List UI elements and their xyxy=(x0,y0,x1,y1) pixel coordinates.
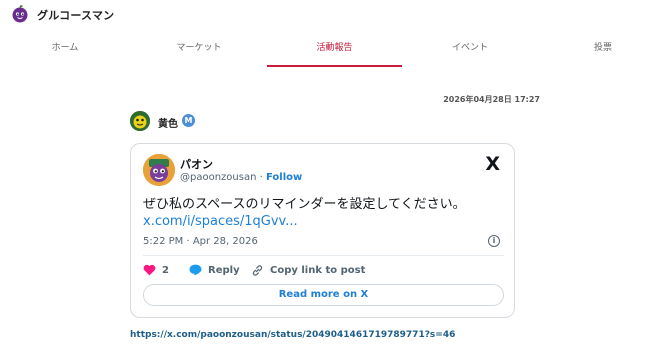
tweet-space-link[interactable]: x.com/i/spaces/1qGvv... xyxy=(143,214,298,229)
top-bar: グルコースマン xyxy=(0,0,670,30)
like-button[interactable]: 2 xyxy=(143,262,169,280)
active-tab-indicator xyxy=(267,65,402,67)
info-icon[interactable]: i xyxy=(488,235,500,247)
copy-link-button[interactable]: Copy link to post xyxy=(251,262,365,280)
reply-bubble-icon xyxy=(189,264,202,276)
x-logo-icon[interactable]: X xyxy=(485,153,500,175)
app-name: グルコースマン xyxy=(37,9,115,22)
like-count: 2 xyxy=(162,265,169,276)
app-logo-icon[interactable] xyxy=(11,5,29,23)
member-badge-icon: M xyxy=(182,114,195,127)
tweet-divider xyxy=(143,255,504,256)
tab-event[interactable]: イベント xyxy=(405,38,535,68)
tweet-actions: 2 Reply Copy link to post xyxy=(143,262,504,280)
frog-avatar-icon xyxy=(130,111,150,131)
character-avatar-icon xyxy=(143,154,175,186)
tab-home[interactable]: ホーム xyxy=(0,38,130,68)
author-avatar[interactable] xyxy=(130,111,150,131)
tab-market[interactable]: マーケット xyxy=(134,38,264,68)
post-source-link[interactable]: https://x.com/paoonzousan/status/2049041… xyxy=(130,330,455,340)
read-more-button[interactable]: Read more on X xyxy=(143,284,504,306)
handle-separator: · xyxy=(259,172,263,183)
tweet-datetime[interactable]: 5:22 PM · Apr 28, 2026 xyxy=(143,236,258,247)
tweet-handle-row: @paoonzousan · Follow xyxy=(180,172,302,183)
tweet-text: ぜひ私のスペースのリマインダーを設定してください。 xyxy=(143,197,466,212)
follow-link[interactable]: Follow xyxy=(266,172,302,183)
tweet-author-avatar[interactable] xyxy=(143,154,175,186)
tab-activity-report[interactable]: 活動報告 xyxy=(267,38,402,68)
link-icon xyxy=(252,264,263,276)
reply-button[interactable]: Reply xyxy=(189,262,240,280)
post-timestamp: 2026年04月28日 17:27 xyxy=(443,95,540,104)
tweet-handle[interactable]: @paoonzousan xyxy=(180,172,256,183)
nav-tabs: ホーム マーケット 活動報告 イベント 投票 xyxy=(0,38,670,68)
tab-vote[interactable]: 投票 xyxy=(538,38,668,68)
tweet-author-name[interactable]: パオン xyxy=(180,156,213,172)
embedded-tweet-card[interactable]: パオン @paoonzousan · Follow X ぜひ私のスペースのリマイ… xyxy=(130,143,515,318)
heart-icon xyxy=(143,264,156,276)
author-name[interactable]: 黄色 xyxy=(158,115,178,130)
copy-link-label: Copy link to post xyxy=(270,265,366,276)
reply-label: Reply xyxy=(208,265,240,276)
